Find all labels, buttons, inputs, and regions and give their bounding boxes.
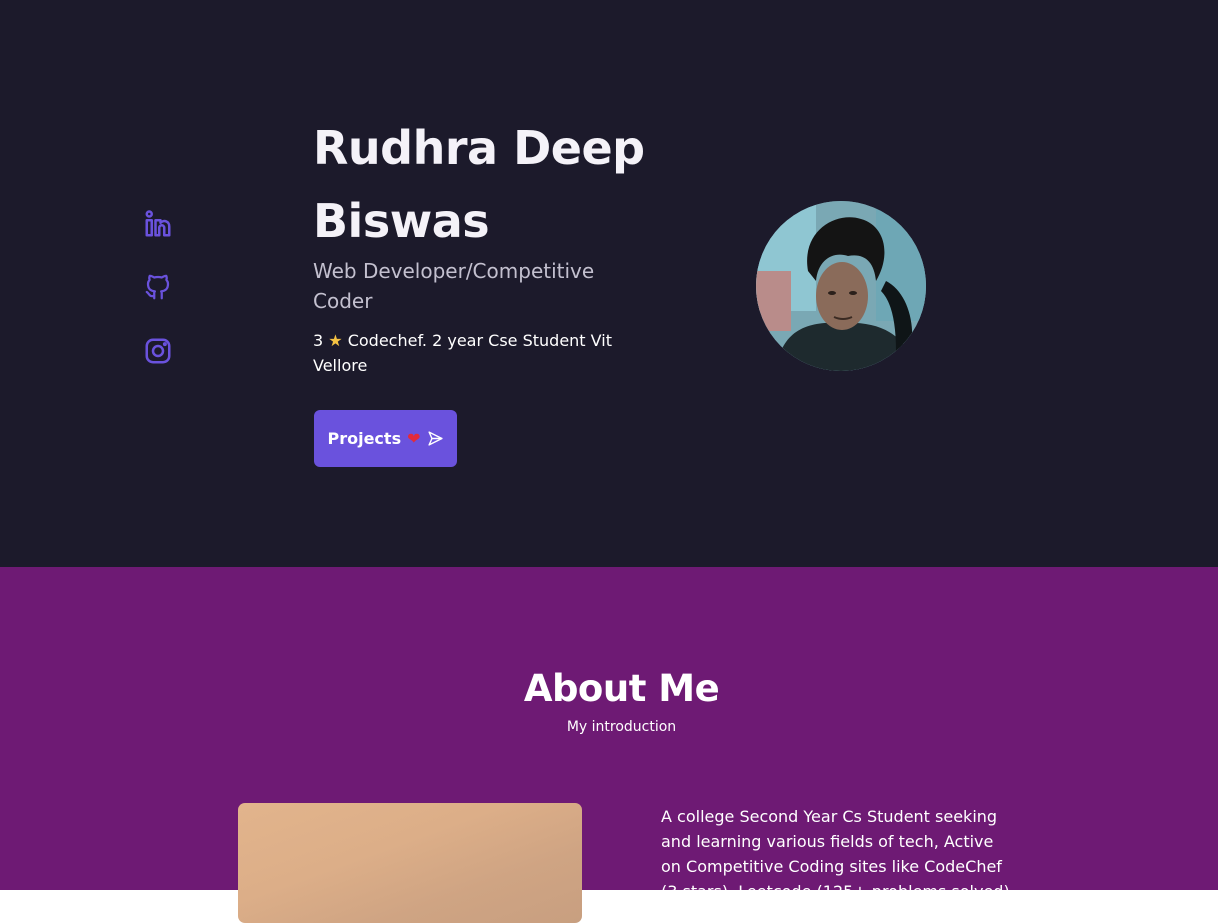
- hero-description-text: Codechef. 2 year Cse Student Vit Vellore: [313, 331, 612, 375]
- about-section: About Me My introduction A college Secon…: [0, 567, 1218, 923]
- projects-button[interactable]: Projects ❤: [314, 410, 457, 467]
- linkedin-icon: [143, 209, 173, 243]
- instagram-link[interactable]: [142, 337, 174, 369]
- github-icon: [143, 272, 173, 306]
- hero-subtitle: Web Developer/Competitive Coder: [313, 259, 595, 313]
- instagram-icon: [143, 336, 173, 370]
- profile-avatar: [756, 201, 926, 371]
- hero-section: Rudhra Deep Biswas Web Developer/Competi…: [0, 0, 1218, 567]
- about-title: About Me: [523, 667, 720, 710]
- about-subtitle: My introduction: [566, 719, 677, 735]
- hero-name: Rudhra Deep Biswas: [313, 121, 645, 248]
- hero-description: 3 ★ Codechef. 2 year Cse Student Vit Vel…: [313, 328, 633, 378]
- projects-button-label: Projects: [327, 429, 402, 448]
- star-count: 3: [313, 331, 324, 350]
- linkedin-link[interactable]: [142, 210, 174, 242]
- star-icon: ★: [328, 331, 343, 350]
- about-description: A college Second Year Cs Student seeking…: [661, 807, 1010, 901]
- github-link[interactable]: [142, 273, 174, 305]
- about-image: [238, 803, 582, 923]
- send-icon: [427, 430, 444, 447]
- heart-icon: ❤: [407, 429, 421, 448]
